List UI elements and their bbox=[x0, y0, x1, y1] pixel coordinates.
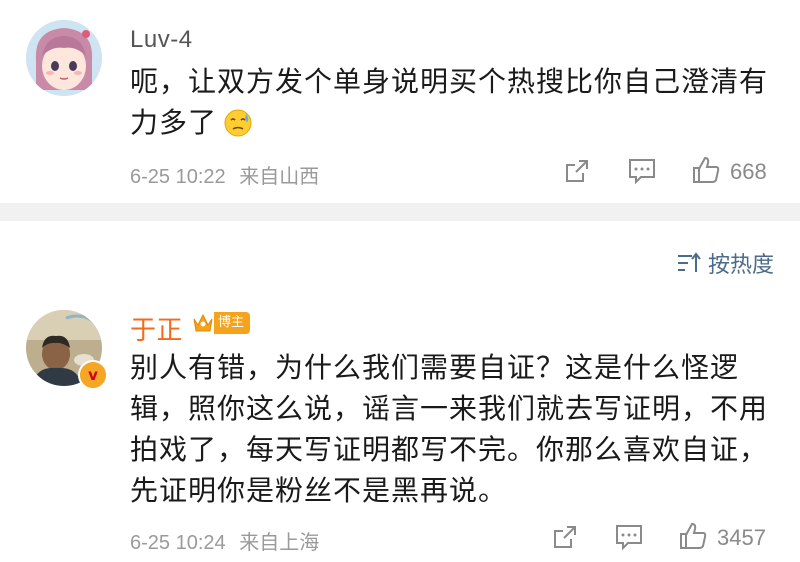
comment-meta: 6-25 10:24 来自上海 bbox=[130, 526, 319, 555]
avatar-image bbox=[26, 20, 102, 96]
location: 来自上海 bbox=[239, 532, 320, 554]
share-button[interactable] bbox=[551, 523, 579, 555]
verified-badge-icon: v bbox=[78, 360, 108, 390]
avatar[interactable] bbox=[26, 20, 102, 96]
comment-icon bbox=[629, 159, 655, 185]
verified-mark: v bbox=[88, 366, 98, 384]
username[interactable]: Luv-4 bbox=[130, 26, 193, 54]
timestamp: 6-25 10:22 bbox=[130, 166, 226, 188]
comment-text-line: 先证明你是粉丝不是黑再说。 bbox=[130, 474, 508, 507]
comment-item-1: Luv-4 呃，让双方发个单身说明买个热搜比你自己澄清有 力多了 6-25 10… bbox=[0, 0, 800, 203]
thumbs-up-icon bbox=[693, 156, 720, 183]
blogger-badge: 博主 bbox=[192, 311, 251, 335]
comment-text-line: 拍戏了，每天写证明都写不完。你那么喜欢自证， bbox=[130, 433, 769, 466]
like-count: 668 bbox=[730, 159, 767, 184]
comment-meta: 6-25 10:22 来自山西 bbox=[130, 160, 319, 189]
comment-text-line: 力多了 bbox=[130, 102, 780, 149]
badge-label: 博主 bbox=[214, 312, 251, 334]
comment-button[interactable] bbox=[627, 157, 657, 189]
comment-text-line: 辑，照你这么说，谣言一来我们就去写证明，不用 bbox=[130, 392, 769, 425]
sort-icon bbox=[677, 252, 701, 272]
username[interactable]: 于正 bbox=[130, 310, 183, 347]
sort-label: 按热度 bbox=[707, 253, 774, 278]
share-icon bbox=[566, 160, 588, 182]
sort-toggle[interactable]: 按热度 bbox=[676, 248, 774, 278]
section-divider bbox=[0, 203, 800, 221]
comment-button[interactable] bbox=[614, 523, 644, 555]
comment-icon bbox=[616, 525, 642, 551]
share-icon bbox=[554, 526, 576, 548]
share-button[interactable] bbox=[563, 157, 591, 189]
comment-text: 别人有错，为什么我们需要自证？这是什么怪逻 辑，照你这么说，谣言一来我们就去写证… bbox=[130, 347, 780, 511]
crown-icon bbox=[193, 313, 213, 332]
like-button[interactable] bbox=[678, 521, 708, 555]
thumbs-up-icon bbox=[680, 522, 707, 549]
location: 来自山西 bbox=[239, 166, 320, 188]
timestamp: 6-25 10:24 bbox=[130, 532, 226, 554]
comment-text-line: 别人有错，为什么我们需要自证？这是什么怪逻 bbox=[130, 351, 740, 384]
comment-text-fragment: 力多了 bbox=[130, 106, 218, 139]
like-count: 3457 bbox=[717, 525, 766, 550]
comment-text-line: 呃，让双方发个单身说明买个热搜比你自己澄清有 bbox=[130, 65, 769, 98]
comment-text: 呃，让双方发个单身说明买个热搜比你自己澄清有 力多了 bbox=[130, 61, 780, 149]
like-button[interactable] bbox=[691, 155, 721, 189]
cold-sweat-emoji-icon bbox=[223, 108, 253, 149]
